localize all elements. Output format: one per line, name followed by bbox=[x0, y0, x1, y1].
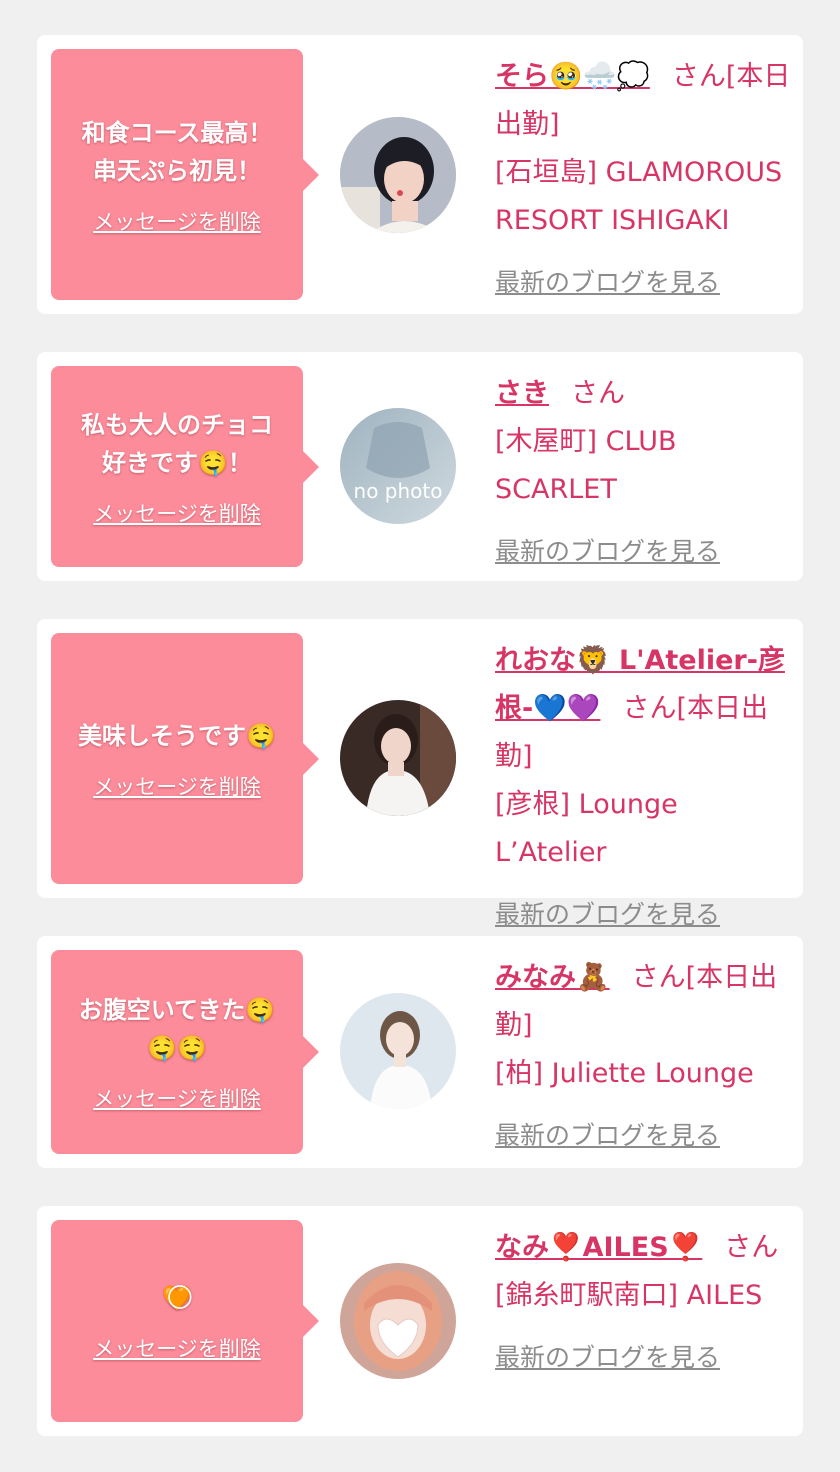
avatar[interactable] bbox=[340, 993, 456, 1109]
avatar[interactable] bbox=[340, 700, 456, 816]
message-card: 美味しそうです🤤 メッセージを削除 れおな🦁 L'Atelier-彦根-💙💜 さん… bbox=[37, 619, 803, 929]
sender-status: さん bbox=[571, 378, 625, 409]
delete-message-link[interactable]: メッセージを削除 bbox=[93, 771, 261, 801]
message-bubble: 美味しそうです🤤 メッセージを削除 bbox=[51, 633, 319, 884]
delete-message-link[interactable]: メッセージを削除 bbox=[93, 1083, 261, 1113]
message-card: お腹空いてきた🤤 🤤🤤 メッセージを削除 みなみ🧸 さん[本日出勤] [柏] Ju… bbox=[37, 936, 803, 1168]
message-text: 私も大人のチョコ 好きです🤤！ bbox=[81, 410, 273, 477]
shop-name: [柏] Juliette Lounge bbox=[495, 1058, 754, 1089]
avatar[interactable]: no photo bbox=[340, 408, 456, 524]
latest-blog-link[interactable]: 最新のブログを見る bbox=[495, 259, 720, 307]
sender-name-link[interactable]: なみ❣️AILES❣️ bbox=[495, 1232, 702, 1263]
message-card: 🧡⃝ メッセージを削除 なみ❣️AILES❣️ さん [錦糸町駅南口] AILES… bbox=[37, 1206, 803, 1436]
delete-message-link[interactable]: メッセージを削除 bbox=[93, 1333, 261, 1363]
shop-name: [木屋町] CLUB SCARLET bbox=[495, 426, 677, 505]
sender-name-link[interactable]: さき bbox=[495, 378, 549, 409]
shop-name: [石垣島] GLAMOROUS RESORT ISHIGAKI bbox=[495, 157, 783, 236]
sender-info: れおな🦁 L'Atelier-彦根-💙💜 さん[本日出勤] [彦根] Lounge… bbox=[495, 637, 791, 939]
avatar[interactable] bbox=[340, 117, 456, 233]
shop-name: [錦糸町駅南口] AILES bbox=[495, 1280, 763, 1311]
avatar[interactable] bbox=[340, 1263, 456, 1379]
sender-info: さき さん [木屋町] CLUB SCARLET 最新のブログを見る bbox=[495, 370, 791, 576]
message-text: 和食コース最高！ 串天ぷら初見！ bbox=[81, 118, 273, 185]
message-card: 私も大人のチョコ 好きです🤤！ メッセージを削除 no photo さきさん bbox=[37, 352, 803, 581]
sender-info: そら🥹🌨️💭 さん[本日出勤] [石垣島] GLAMOROUS RESORT IS… bbox=[495, 53, 791, 307]
latest-blog-link[interactable]: 最新のブログを見る bbox=[495, 528, 720, 576]
sender-status: さん bbox=[724, 1232, 779, 1263]
no-photo-label: no photo bbox=[354, 479, 443, 503]
message-bubble: 🧡⃝ メッセージを削除 bbox=[51, 1220, 319, 1422]
sender-name-link[interactable]: そら🥹🌨️💭 bbox=[495, 61, 650, 92]
message-text: お腹空いてきた🤤 🤤🤤 bbox=[78, 996, 276, 1062]
latest-blog-link[interactable]: 最新のブログを見る bbox=[495, 891, 720, 939]
latest-blog-link[interactable]: 最新のブログを見る bbox=[495, 1334, 720, 1382]
delete-message-link[interactable]: メッセージを削除 bbox=[93, 206, 261, 236]
sender-info: なみ❣️AILES❣️ さん [錦糸町駅南口] AILES 最新のブログを見る bbox=[495, 1224, 791, 1382]
message-bubble: 私も大人のチョコ 好きです🤤！ メッセージを削除 bbox=[51, 366, 319, 567]
shop-name: [彦根] Lounge L’Atelier bbox=[495, 789, 678, 868]
delete-message-link[interactable]: メッセージを削除 bbox=[93, 498, 261, 528]
message-bubble: お腹空いてきた🤤 🤤🤤 メッセージを削除 bbox=[51, 950, 319, 1154]
message-list: 和食コース最高！ 串天ぷら初見！ メッセージを削除 そら🥹🌨️💭 さん[本日出勤]… bbox=[0, 0, 840, 1472]
sender-info: みなみ🧸 さん[本日出勤] [柏] Juliette Lounge 最新のブログを… bbox=[495, 954, 791, 1160]
message-card: 和食コース最高！ 串天ぷら初見！ メッセージを削除 そら🥹🌨️💭 さん[本日出勤]… bbox=[37, 35, 803, 314]
latest-blog-link[interactable]: 最新のブログを見る bbox=[495, 1112, 720, 1160]
message-text: 美味しそうです🤤 bbox=[78, 721, 276, 750]
sender-name-link[interactable]: みなみ🧸 bbox=[495, 962, 610, 993]
message-text: 🧡⃝ bbox=[162, 1284, 192, 1312]
message-bubble: 和食コース最高！ 串天ぷら初見！ メッセージを削除 bbox=[51, 49, 319, 300]
